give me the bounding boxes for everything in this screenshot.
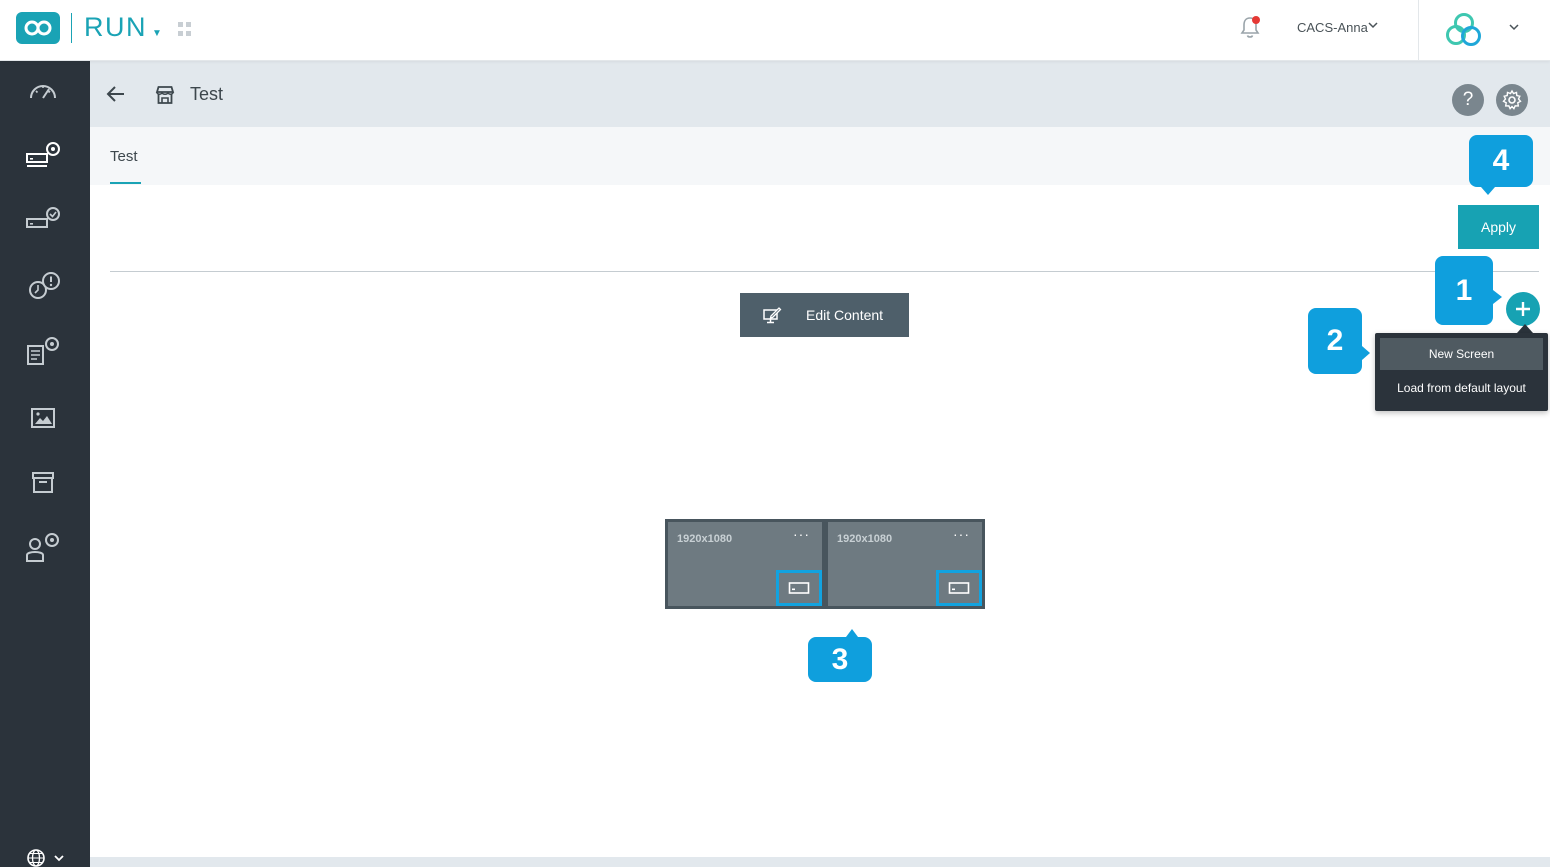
player-device-button[interactable] (936, 570, 982, 606)
callout-3: 3 (808, 629, 872, 682)
active-tab-indicator (110, 182, 141, 184)
callout-1-label: 1 (1455, 273, 1473, 307)
brand-rings-icon[interactable] (1443, 11, 1485, 49)
store-icon (155, 86, 175, 104)
plus-icon (1516, 302, 1530, 316)
infinity-icon (24, 20, 52, 36)
callout-tail (1481, 187, 1495, 195)
apps-grid-icon[interactable] (178, 22, 192, 36)
add-button[interactable] (1506, 292, 1540, 326)
user-settings-icon[interactable] (22, 529, 64, 565)
sidebar (0, 61, 90, 867)
player-device-button[interactable] (776, 570, 822, 606)
back-arrow-icon[interactable] (104, 82, 128, 106)
screen-layout-canvas: 1920x1080 ··· 1920x1080 ··· (665, 519, 985, 609)
dropdown-caret (1517, 324, 1533, 333)
callout-tail (846, 629, 858, 637)
menu-item-new-screen[interactable]: New Screen (1380, 338, 1543, 370)
menu-item-load-default-layout[interactable]: Load from default layout (1380, 372, 1543, 404)
user-menu-name[interactable]: CACS-Anna (1297, 20, 1368, 35)
add-menu-dropdown: New Screen Load from default layout (1375, 333, 1548, 411)
callout-2-label: 2 (1326, 324, 1344, 357)
callout-2: 2 (1308, 308, 1370, 374)
screen-tile[interactable]: 1920x1080 ··· (828, 522, 982, 606)
logo[interactable] (16, 12, 60, 44)
screen-resolution: 1920x1080 (837, 533, 893, 545)
callout-3-label: 3 (831, 642, 849, 676)
player-device-icon (948, 582, 970, 594)
archive-box-icon[interactable] (22, 465, 64, 501)
callout-tail (1362, 346, 1370, 360)
screen-resolution: 1920x1080 (677, 533, 733, 545)
callout-1: 1 (1435, 256, 1502, 325)
notification-dot (1252, 16, 1260, 24)
chevron-down-icon[interactable] (1507, 20, 1521, 34)
page-header (90, 61, 1550, 127)
app-switch-caret-icon[interactable]: ▼ (152, 28, 162, 39)
player-device-icon (788, 582, 810, 594)
app-name[interactable]: RUN (84, 12, 147, 43)
alert-clock-icon[interactable] (22, 268, 64, 304)
document-settings-icon[interactable] (22, 333, 64, 369)
help-button[interactable]: ? (1452, 84, 1484, 116)
more-options-icon[interactable]: ··· (793, 526, 810, 542)
edit-content-button[interactable]: Edit Content (740, 293, 909, 337)
page-title: Test (190, 84, 224, 104)
player-settings-icon[interactable] (22, 137, 64, 173)
edit-content-label: Edit Content (806, 307, 884, 323)
speedometer-icon[interactable] (22, 73, 64, 109)
tab-bar (90, 127, 1550, 185)
screen-tile[interactable]: 1920x1080 ··· (668, 522, 822, 606)
chevron-down-icon[interactable] (1366, 18, 1380, 32)
section-divider (110, 271, 1539, 272)
top-bar: RUN ▼ CACS-Anna (0, 0, 1550, 61)
media-image-icon[interactable] (22, 400, 64, 436)
apply-button[interactable]: Apply (1458, 205, 1539, 249)
topbar-divider (1418, 0, 1419, 61)
player-check-icon[interactable] (22, 202, 64, 238)
edit-screen-icon (763, 307, 782, 324)
tab-test[interactable]: Test (110, 148, 138, 165)
settings-button[interactable] (1496, 84, 1528, 116)
logo-divider (71, 13, 72, 43)
callout-tail (1493, 290, 1502, 304)
gear-icon (1502, 89, 1522, 110)
callout-4-label: 4 (1492, 144, 1510, 177)
more-options-icon[interactable]: ··· (953, 526, 970, 542)
globe-icon[interactable] (24, 847, 68, 867)
callout-4: 4 (1469, 135, 1533, 195)
bottom-strip (90, 857, 1550, 867)
